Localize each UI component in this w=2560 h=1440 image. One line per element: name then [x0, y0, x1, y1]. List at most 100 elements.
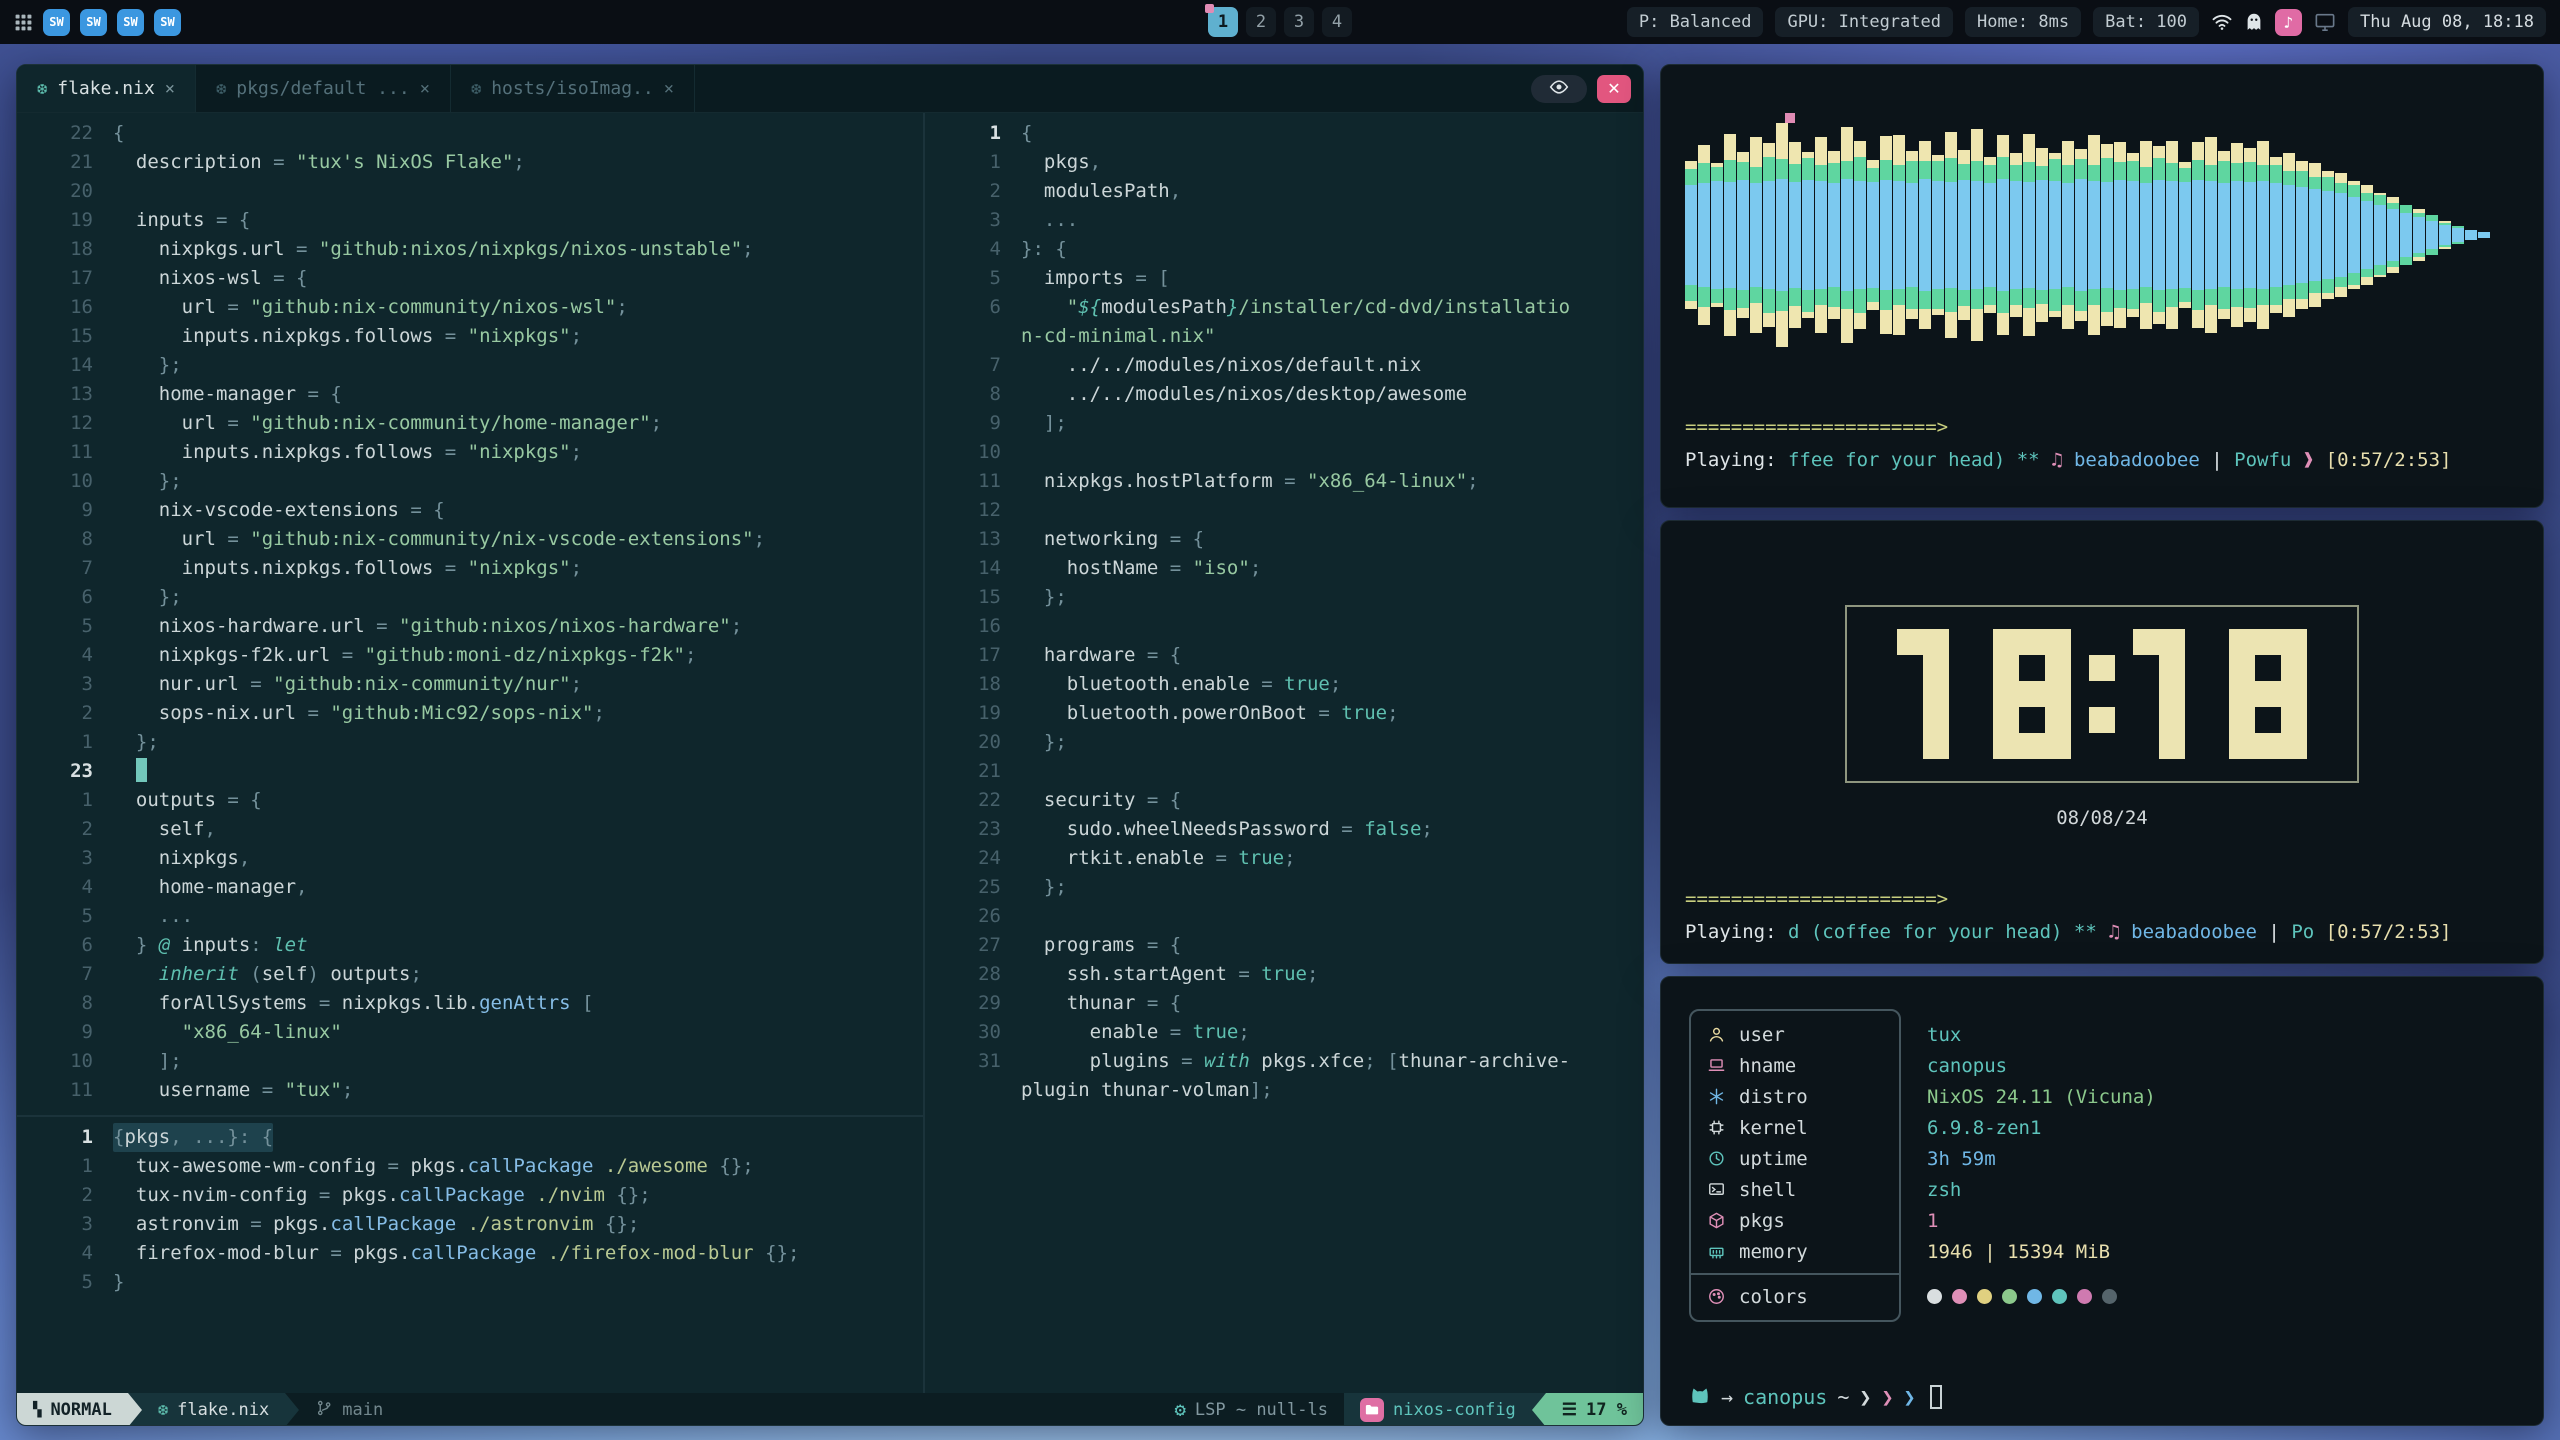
code-line[interactable]: 10: [925, 438, 1643, 467]
wifi-icon[interactable]: [2211, 13, 2233, 31]
code-line[interactable]: 4}: {: [925, 235, 1643, 264]
code-line[interactable]: 10 ];: [17, 1047, 923, 1076]
code-line[interactable]: 1{pkgs, ...}: {: [17, 1123, 923, 1152]
code-line[interactable]: 4 home-manager,: [17, 873, 923, 902]
code-line[interactable]: 6 };: [17, 583, 923, 612]
code-line[interactable]: 12 url = "github:nix-community/home-mana…: [17, 409, 923, 438]
code-line[interactable]: 13 home-manager = {: [17, 380, 923, 409]
code-line[interactable]: 28 ssh.startAgent = true;: [925, 960, 1643, 989]
code-line[interactable]: 3 ...: [925, 206, 1643, 235]
tag-1[interactable]: 1: [1208, 7, 1238, 37]
code-line[interactable]: 1 tux-awesome-wm-config = pkgs.callPacka…: [17, 1152, 923, 1181]
code-line[interactable]: 3 astronvim = pkgs.callPackage ./astronv…: [17, 1210, 923, 1239]
code-line[interactable]: 26: [925, 902, 1643, 931]
code-line[interactable]: 30 enable = true;: [925, 1018, 1643, 1047]
code-line[interactable]: 5}: [17, 1268, 923, 1297]
code-line[interactable]: 7 ../../modules/nixos/default.nix: [925, 351, 1643, 380]
code-line[interactable]: 4 firefox-mod-blur = pkgs.callPackage ./…: [17, 1239, 923, 1268]
tab-close-icon[interactable]: ×: [664, 79, 674, 99]
tag-4[interactable]: 4: [1322, 7, 1352, 37]
tab-close-icon[interactable]: ×: [420, 79, 430, 99]
code-line[interactable]: 8 url = "github:nix-community/nix-vscode…: [17, 525, 923, 554]
code-line[interactable]: 7 inputs.nixpkgs.follows = "nixpkgs";: [17, 554, 923, 583]
ghost-icon[interactable]: [2245, 12, 2263, 32]
launcher-grid-icon[interactable]: [14, 13, 33, 32]
code-line[interactable]: 7 inherit (self) outputs;: [17, 960, 923, 989]
code-line[interactable]: 18 nixpkgs.url = "github:nixos/nixpkgs/n…: [17, 235, 923, 264]
code-line[interactable]: 8 ../../modules/nixos/desktop/awesome: [925, 380, 1643, 409]
code-line[interactable]: 1 };: [17, 728, 923, 757]
workspace-button-1[interactable]: SW: [43, 9, 70, 36]
code-line[interactable]: 14 hostName = "iso";: [925, 554, 1643, 583]
code-line[interactable]: 11 inputs.nixpkgs.follows = "nixpkgs";: [17, 438, 923, 467]
workspace-button-3[interactable]: SW: [117, 9, 144, 36]
workspace-button-2[interactable]: SW: [80, 9, 107, 36]
code-line[interactable]: 29 thunar = {: [925, 989, 1643, 1018]
code-line[interactable]: 2 modulesPath,: [925, 177, 1643, 206]
code-line[interactable]: 21 description = "tux's NixOS Flake";: [17, 148, 923, 177]
tab-pkgs-default[interactable]: ❆ pkgs/default ... ×: [196, 65, 451, 112]
code-line[interactable]: 1 outputs = {: [17, 786, 923, 815]
tag-3[interactable]: 3: [1284, 7, 1314, 37]
code-line[interactable]: 12: [925, 496, 1643, 525]
code-line[interactable]: 16: [925, 612, 1643, 641]
code-line[interactable]: 17 hardware = {: [925, 641, 1643, 670]
clock-status[interactable]: Thu Aug 08, 18:18: [2348, 7, 2546, 37]
code-line[interactable]: 24 rtkit.enable = true;: [925, 844, 1643, 873]
code-line[interactable]: 22 security = {: [925, 786, 1643, 815]
tab-close-icon[interactable]: ×: [165, 79, 175, 99]
tab-hosts-isoimage[interactable]: ❆ hosts/isoImag.. ×: [451, 65, 695, 112]
code-line[interactable]: 14 };: [17, 351, 923, 380]
music-badge-icon[interactable]: ♪: [2275, 9, 2302, 36]
code-line[interactable]: 17 nixos-wsl = {: [17, 264, 923, 293]
code-line[interactable]: 25 };: [925, 873, 1643, 902]
code-line[interactable]: 3 nur.url = "github:nix-community/nur";: [17, 670, 923, 699]
code-line[interactable]: 9 nix-vscode-extensions = {: [17, 496, 923, 525]
code-line[interactable]: 19 inputs = {: [17, 206, 923, 235]
code-line[interactable]: 2 tux-nvim-config = pkgs.callPackage ./n…: [17, 1181, 923, 1210]
code-line[interactable]: n-cd-minimal.nix": [925, 322, 1643, 351]
code-line[interactable]: 4 nixpkgs-f2k.url = "github:moni-dz/nixp…: [17, 641, 923, 670]
code-line[interactable]: plugin thunar-volman];: [925, 1076, 1643, 1105]
code-line[interactable]: 15 inputs.nixpkgs.follows = "nixpkgs";: [17, 322, 923, 351]
code-line[interactable]: 15 };: [925, 583, 1643, 612]
shell-prompt[interactable]: → canopus ~ ❯ ❯ ❯: [1689, 1384, 1942, 1409]
code-line[interactable]: 3 nixpkgs,: [17, 844, 923, 873]
code-line[interactable]: 10 };: [17, 467, 923, 496]
code-line[interactable]: 21: [925, 757, 1643, 786]
code-line[interactable]: 2 self,: [17, 815, 923, 844]
code-line[interactable]: 16 url = "github:nix-community/nixos-wsl…: [17, 293, 923, 322]
code-line[interactable]: 23 sudo.wheelNeedsPassword = false;: [925, 815, 1643, 844]
code-line[interactable]: 2 sops-nix.url = "github:Mic92/sops-nix"…: [17, 699, 923, 728]
code-line[interactable]: 20: [17, 177, 923, 206]
workspace-button-4[interactable]: SW: [154, 9, 181, 36]
code-line[interactable]: 11 nixpkgs.hostPlatform = "x86_64-linux"…: [925, 467, 1643, 496]
window-close-button[interactable]: ✕: [1597, 75, 1631, 103]
panel-toggle-button[interactable]: [1531, 75, 1587, 103]
code-line[interactable]: 22{: [17, 119, 923, 148]
code-line[interactable]: 9 ];: [925, 409, 1643, 438]
tag-2[interactable]: 2: [1246, 7, 1276, 37]
pkgs-default-pane[interactable]: 1{pkgs, ...}: {1 tux-awesome-wm-config =…: [17, 1117, 923, 1393]
code-line[interactable]: 5 imports = [: [925, 264, 1643, 293]
code-line[interactable]: 5 nixos-hardware.url = "github:nixos/nix…: [17, 612, 923, 641]
code-line[interactable]: 6 "${modulesPath}/installer/cd-dvd/insta…: [925, 293, 1643, 322]
code-line[interactable]: 1 pkgs,: [925, 148, 1643, 177]
code-line[interactable]: 27 programs = {: [925, 931, 1643, 960]
code-line[interactable]: 11 username = "tux";: [17, 1076, 923, 1105]
code-line[interactable]: 6 } @ inputs: let: [17, 931, 923, 960]
code-line[interactable]: 13 networking = {: [925, 525, 1643, 554]
code-line[interactable]: 1{: [925, 119, 1643, 148]
code-line[interactable]: 31 plugins = with pkgs.xfce; [thunar-arc…: [925, 1047, 1643, 1076]
code-line[interactable]: 20 };: [925, 728, 1643, 757]
display-icon[interactable]: [2314, 12, 2336, 32]
code-line[interactable]: 23: [17, 757, 923, 786]
code-line[interactable]: 5 ...: [17, 902, 923, 931]
code-line[interactable]: 18 bluetooth.enable = true;: [925, 670, 1643, 699]
code-line[interactable]: 9 "x86_64-linux": [17, 1018, 923, 1047]
iso-image-pane[interactable]: 1{1 pkgs,2 modulesPath,3 ...4}: {5 impor…: [925, 113, 1643, 1393]
code-line[interactable]: 8 forAllSystems = nixpkgs.lib.genAttrs [: [17, 989, 923, 1018]
tab-flake-nix[interactable]: ❆ flake.nix ×: [17, 65, 196, 112]
flake-nix-pane[interactable]: 22{21 description = "tux's NixOS Flake";…: [17, 113, 923, 1115]
code-line[interactable]: 19 bluetooth.powerOnBoot = true;: [925, 699, 1643, 728]
